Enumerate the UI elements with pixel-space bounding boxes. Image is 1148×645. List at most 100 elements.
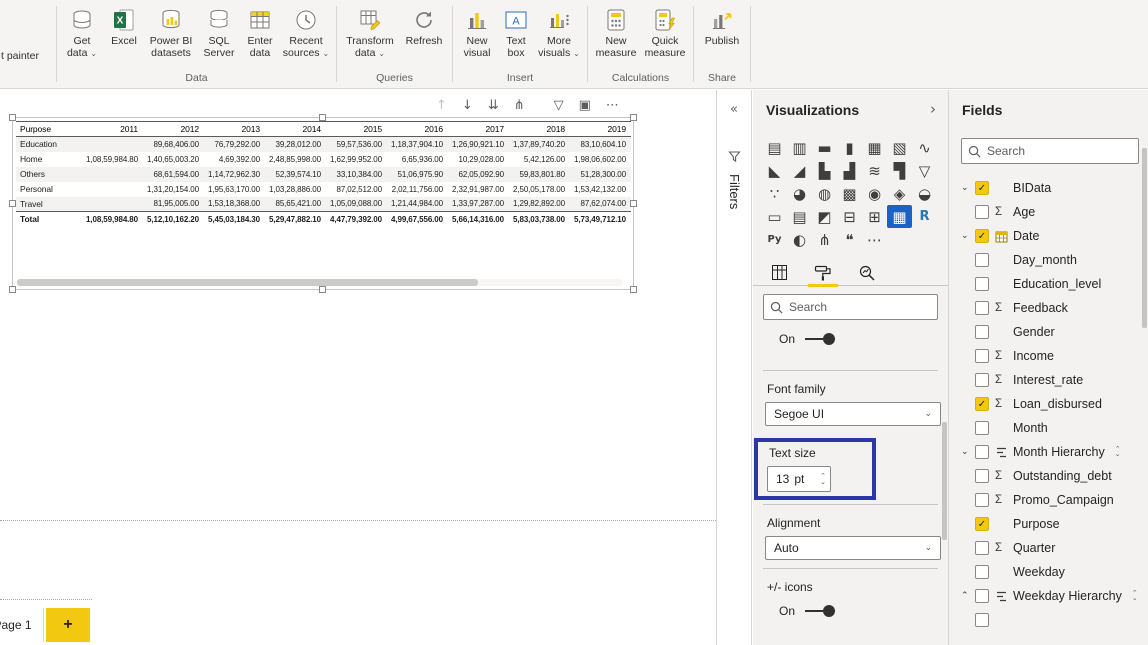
field-item-quarter[interactable]: ΣQuarter bbox=[949, 536, 1141, 560]
focus-mode-icon[interactable]: ▣ bbox=[579, 98, 591, 114]
matrix-cell[interactable]: 33,10,384.00 bbox=[326, 167, 387, 182]
matrix-cell[interactable]: 1,08,59,984.80 bbox=[82, 152, 143, 167]
tab-fields[interactable] bbox=[761, 260, 797, 285]
expand-next-level-icon[interactable]: ⇊ bbox=[488, 98, 499, 114]
visual-horizontal-scrollbar[interactable] bbox=[17, 279, 623, 286]
matrix-cell[interactable]: 5,45,03,184.30 bbox=[204, 212, 265, 227]
font-family-dropdown[interactable]: Segoe UI ⌄ bbox=[765, 402, 941, 426]
visual-icon-kpi[interactable]: ◩ bbox=[812, 205, 837, 228]
visual-icon-decomposition-tree[interactable]: ⋔ bbox=[812, 228, 837, 251]
field-item-age[interactable]: ΣAge bbox=[949, 200, 1141, 224]
stepper-down-icon[interactable]: ⌄ bbox=[820, 479, 826, 485]
expand-filters-pane-icon[interactable]: « bbox=[717, 102, 751, 117]
matrix-cell[interactable]: 2,32,91,987.00 bbox=[448, 182, 509, 197]
page-tab-active[interactable]: Page 1 bbox=[0, 608, 44, 642]
matrix-cell[interactable]: 1,21,44,984.00 bbox=[387, 197, 448, 212]
field-checkbox[interactable] bbox=[975, 589, 989, 603]
matrix-cell[interactable]: 51,28,300.00 bbox=[570, 167, 631, 182]
field-item-weekday[interactable]: Weekday bbox=[949, 560, 1141, 584]
field-checkbox[interactable] bbox=[975, 325, 989, 339]
matrix-cell[interactable]: 5,66,14,316.00 bbox=[448, 212, 509, 227]
matrix-cell[interactable]: 85,65,421.00 bbox=[265, 197, 326, 212]
more-options-icon[interactable]: ⋯ bbox=[606, 98, 619, 114]
field-checkbox[interactable] bbox=[975, 181, 989, 195]
recent-sources-button[interactable]: Recent sources ⌄ bbox=[281, 5, 331, 62]
matrix-cell[interactable]: 5,42,126.00 bbox=[509, 152, 570, 167]
matrix-row-header[interactable]: Education bbox=[16, 137, 82, 152]
field-item-promo-campaign[interactable]: ΣPromo_Campaign bbox=[949, 488, 1141, 512]
drill-down-icon[interactable]: ↓ bbox=[462, 98, 473, 114]
matrix-cell[interactable] bbox=[82, 137, 143, 152]
matrix-cell[interactable]: 2,48,85,998.00 bbox=[265, 152, 326, 167]
field-checkbox[interactable] bbox=[975, 277, 989, 291]
matrix-cell[interactable]: 62,05,092.90 bbox=[448, 167, 509, 182]
resize-handle-top-left[interactable] bbox=[9, 114, 16, 121]
visual-icon-clustered-column-chart[interactable]: ▮ bbox=[837, 136, 862, 159]
matrix-cell[interactable]: 87,02,512.00 bbox=[326, 182, 387, 197]
visual-icon-slicer[interactable]: ⊟ bbox=[837, 205, 862, 228]
new-measure-button[interactable]: New measure bbox=[593, 5, 639, 61]
matrix-cell[interactable]: 2,02,11,756.00 bbox=[387, 182, 448, 197]
expand-chevron-icon[interactable]: ⌄ bbox=[961, 183, 975, 193]
field-checkbox[interactable] bbox=[975, 397, 989, 411]
field-checkbox[interactable] bbox=[975, 541, 989, 555]
visualizations-search-input[interactable] bbox=[789, 300, 931, 314]
visualizations-scrollbar-thumb[interactable] bbox=[942, 422, 947, 540]
matrix-cell[interactable]: 1,33,97,287.00 bbox=[448, 197, 509, 212]
matrix-cell[interactable] bbox=[82, 197, 143, 212]
visual-icon-area-chart[interactable]: ◣ bbox=[762, 159, 787, 182]
matrix-cell[interactable]: 1,40,65,003.20 bbox=[143, 152, 204, 167]
field-checkbox[interactable] bbox=[975, 445, 989, 459]
matrix-cell[interactable] bbox=[82, 182, 143, 197]
visual-icon-r-script-visual[interactable]: R bbox=[912, 205, 937, 228]
drill-up-icon[interactable]: ↑ bbox=[436, 98, 447, 114]
matrix-column-header[interactable]: 2014 bbox=[265, 122, 326, 137]
visual-icon-pie-chart[interactable]: ◕ bbox=[787, 182, 812, 205]
matrix-cell[interactable]: 76,79,292.00 bbox=[204, 137, 265, 152]
matrix-cell[interactable]: 1,53,18,368.00 bbox=[204, 197, 265, 212]
matrix-row-header[interactable]: Total bbox=[16, 212, 82, 227]
field-checkbox[interactable] bbox=[975, 205, 989, 219]
matrix-column-header[interactable]: 2019 bbox=[570, 122, 631, 137]
visual-icon-filled-map[interactable]: ◉ bbox=[862, 182, 887, 205]
text-box-button[interactable]: A Text box bbox=[499, 5, 533, 61]
filters-pane-title[interactable]: Filters bbox=[727, 174, 742, 209]
toggle-switch[interactable] bbox=[805, 604, 835, 618]
hierarchy-expand-carets[interactable]: ⌃⌄ bbox=[1115, 447, 1121, 457]
visual-icon-table[interactable]: ⊞ bbox=[862, 205, 887, 228]
field-checkbox[interactable] bbox=[975, 253, 989, 267]
visual-icon-waterfall-chart[interactable]: ▜ bbox=[887, 159, 912, 182]
field-item-gender[interactable]: Gender bbox=[949, 320, 1141, 344]
field-checkbox[interactable] bbox=[975, 469, 989, 483]
matrix-cell[interactable]: 59,57,536.00 bbox=[326, 137, 387, 152]
toggle-switch[interactable] bbox=[805, 332, 835, 346]
field-item-loan-disbursed[interactable]: ΣLoan_disbursed bbox=[949, 392, 1141, 416]
matrix-cell[interactable]: 10,29,028.00 bbox=[448, 152, 509, 167]
matrix-cell[interactable]: 1,95,63,170.00 bbox=[204, 182, 265, 197]
visual-icon-stacked-area-chart[interactable]: ◢ bbox=[787, 159, 812, 182]
matrix-cell[interactable]: 81,95,005.00 bbox=[143, 197, 204, 212]
matrix-cell[interactable]: 87,62,074.00 bbox=[570, 197, 631, 212]
matrix-cell[interactable]: 1,53,42,132.00 bbox=[570, 182, 631, 197]
visual-icon-stacked-bar-chart[interactable]: ▤ bbox=[762, 136, 787, 159]
matrix-row-header[interactable]: Personal bbox=[16, 182, 82, 197]
resize-handle-bottom-right[interactable] bbox=[630, 286, 637, 293]
matrix-cell[interactable]: 59,83,801.80 bbox=[509, 167, 570, 182]
matrix-column-header[interactable]: 2012 bbox=[143, 122, 204, 137]
matrix-row-header[interactable]: Home bbox=[16, 152, 82, 167]
matrix-cell[interactable]: 4,47,79,392.00 bbox=[326, 212, 387, 227]
filter-funnel-icon[interactable] bbox=[728, 150, 741, 168]
visual-icon-shape-map[interactable]: ◈ bbox=[887, 182, 912, 205]
resize-handle-bottom[interactable] bbox=[319, 286, 326, 293]
matrix-cell[interactable]: 6,65,936.00 bbox=[387, 152, 448, 167]
visual-icon-scatter-chart[interactable]: ∵ bbox=[762, 182, 787, 205]
text-size-spinner[interactable]: 13 pt ⌃ ⌄ bbox=[767, 466, 831, 492]
visual-icon-treemap[interactable]: ▩ bbox=[837, 182, 862, 205]
visual-icon-ribbon-chart[interactable]: ≋ bbox=[862, 159, 887, 182]
visual-icon-python-visual[interactable]: Py bbox=[762, 228, 787, 251]
field-item-interest-rate[interactable]: ΣInterest_rate bbox=[949, 368, 1141, 392]
expand-chevron-icon[interactable]: ⌃ bbox=[961, 591, 975, 601]
field-checkbox[interactable] bbox=[975, 517, 989, 531]
field-checkbox[interactable] bbox=[975, 421, 989, 435]
field-checkbox[interactable] bbox=[975, 229, 989, 243]
